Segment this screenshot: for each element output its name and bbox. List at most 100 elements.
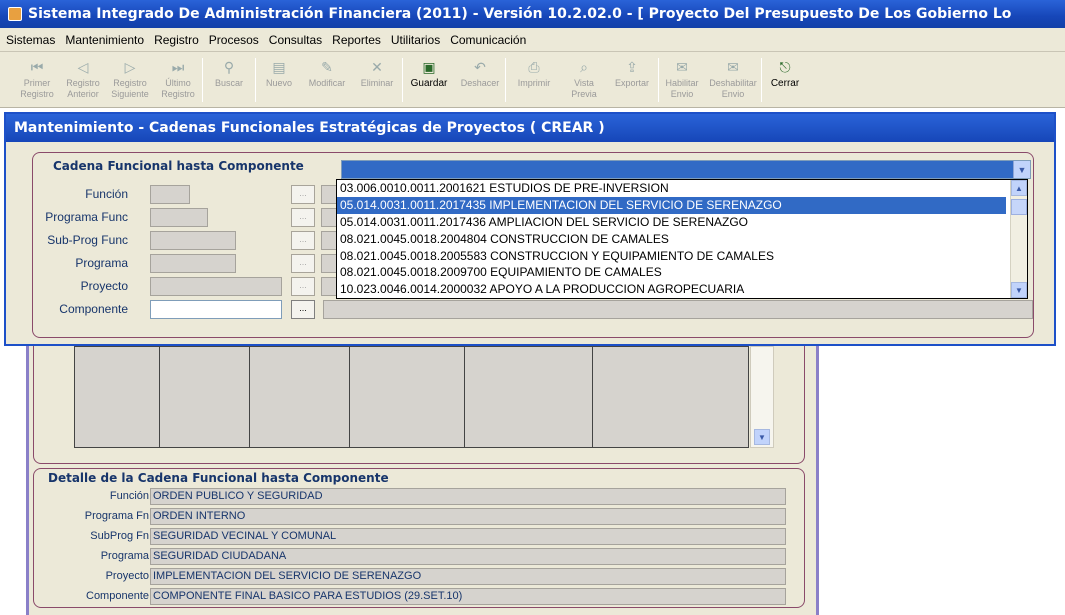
guardar-toolbar-button[interactable]: ▣ Guardar bbox=[403, 52, 455, 106]
eliminar-toolbar-button[interactable]: ✕ Eliminar bbox=[352, 52, 402, 106]
dropdown-option[interactable]: 08.021.0045.0018.2004804 CONSTRUCCION DE… bbox=[337, 231, 1006, 248]
dropdown-option[interactable]: 08.021.0045.0018.2009700 EQUIPAMIENTO DE… bbox=[337, 264, 1006, 281]
toolbar-button-label: Deshabilitar Envio bbox=[709, 78, 757, 99]
export-icon: ⇪ bbox=[626, 58, 638, 75]
label-proyecto: Proyecto bbox=[80, 279, 128, 293]
exportar-toolbar-button[interactable]: ⇪ Exportar bbox=[606, 52, 658, 106]
proyecto-lookup-button[interactable]: ... bbox=[291, 277, 315, 296]
previa-toolbar-button[interactable]: ⌕ Vista Previa bbox=[562, 52, 606, 106]
detail-row-funcion: Función ORDEN PUBLICO Y SEGURIDAD bbox=[34, 488, 804, 506]
modificar-toolbar-button[interactable]: ✎ Modificar bbox=[302, 52, 352, 106]
cadena-funcional-dropdown-list[interactable]: 03.006.0010.0011.2001621 ESTUDIOS DE PRE… bbox=[336, 179, 1028, 299]
envio-toolbar-button[interactable]: ✉ Deshabilitar Envio bbox=[705, 52, 761, 106]
toolbar-button-label: Nuevo bbox=[265, 78, 292, 88]
detail-row-subprog-fn: SubProg Fn SEGURIDAD VECINAL Y COMUNAL bbox=[34, 528, 804, 546]
dropdown-option-selected[interactable]: 05.014.0031.0011.2017435 IMPLEMENTACION … bbox=[337, 196, 1006, 214]
background-form-panel: ▼ Detalle de la Cadena Funcional hasta C… bbox=[26, 346, 819, 615]
scrollbar-thumb[interactable] bbox=[1011, 199, 1027, 215]
preview-icon: ⌕ bbox=[580, 58, 588, 75]
detail-value: SEGURIDAD VECINAL Y COMUNAL bbox=[150, 528, 786, 545]
componente-lookup-button[interactable]: ... bbox=[291, 300, 315, 319]
chevron-down-icon[interactable]: ▼ bbox=[754, 429, 770, 445]
detail-label: Proyecto bbox=[105, 570, 149, 582]
undo-icon: ↶ bbox=[474, 58, 486, 75]
app-icon bbox=[8, 7, 22, 21]
programa-lookup-button[interactable]: ... bbox=[291, 254, 315, 273]
menu-consultas[interactable]: Consultas bbox=[269, 33, 322, 47]
data-grid[interactable] bbox=[74, 346, 749, 448]
sub-prog-func-field bbox=[150, 231, 236, 250]
detail-value: ORDEN PUBLICO Y SEGURIDAD bbox=[150, 488, 786, 505]
detail-row-programa: Programa SEGURIDAD CIUDADANA bbox=[34, 548, 804, 566]
registro-toolbar-button[interactable]: ⏭ Último Registro bbox=[154, 52, 202, 106]
first-record-icon: ⏮ bbox=[30, 58, 44, 75]
next-record-icon: ▷ bbox=[124, 58, 136, 75]
menu-bar: Sistemas Mantenimiento Registro Procesos… bbox=[0, 28, 1065, 52]
siguiente-toolbar-button[interactable]: ▷ Registro Siguiente bbox=[106, 52, 154, 106]
cerrar-toolbar-button[interactable]: ⎋ Cerrar bbox=[762, 52, 808, 106]
menu-reportes[interactable]: Reportes bbox=[332, 33, 381, 47]
binoculars-icon: ⚲ bbox=[223, 58, 235, 75]
label-componente: Componente bbox=[59, 302, 128, 316]
dropdown-option[interactable]: 10.023.0046.0014.2000032 APOYO A LA PROD… bbox=[337, 281, 1006, 298]
dropdown-scrollbar[interactable]: ▲ ▼ bbox=[1010, 180, 1027, 298]
buscar-toolbar-button[interactable]: ⚲ Buscar bbox=[203, 52, 255, 106]
menu-procesos[interactable]: Procesos bbox=[209, 33, 259, 47]
funcion-field bbox=[150, 185, 190, 204]
detail-row-proyecto: Proyecto IMPLEMENTACION DEL SERVICIO DE … bbox=[34, 568, 804, 586]
dialog-title: Mantenimiento - Cadenas Funcionales Estr… bbox=[6, 114, 1054, 142]
toolbar-button-label: Deshacer bbox=[460, 78, 500, 88]
toolbar-button-label: Imprimir bbox=[517, 78, 551, 88]
toolbar: ⏮ Primer Registro ◁ Registro Anterior ▷ Registr… bbox=[0, 52, 1065, 108]
detail-frame: Detalle de la Cadena Funcional hasta Com… bbox=[33, 468, 805, 608]
toolbar-button-label: Modificar bbox=[308, 78, 346, 88]
detail-label: Componente bbox=[86, 590, 149, 602]
app-title-bar: Sistema Integrado De Administración Fina… bbox=[0, 0, 1065, 28]
cadena-funcional-combo[interactable]: ▼ bbox=[341, 160, 1031, 179]
programa-func-lookup-button[interactable]: ... bbox=[291, 208, 315, 227]
registro-toolbar-button[interactable]: ⏮ Primer Registro bbox=[14, 52, 60, 106]
componente-field[interactable] bbox=[150, 300, 282, 319]
anterior-toolbar-button[interactable]: ◁ Registro Anterior bbox=[60, 52, 106, 106]
enable-send-icon: ✉ bbox=[676, 58, 688, 75]
printer-icon: ⎙ bbox=[528, 58, 540, 75]
last-record-icon: ⏭ bbox=[171, 58, 185, 75]
previous-record-icon: ◁ bbox=[77, 58, 89, 75]
nuevo-toolbar-button[interactable]: ▤ Nuevo bbox=[256, 52, 302, 106]
dropdown-option[interactable]: 05.014.0031.0011.2017436 AMPLIACION DEL … bbox=[337, 214, 1006, 231]
imprimir-toolbar-button[interactable]: ⎙ Imprimir bbox=[506, 52, 562, 106]
chevron-down-icon[interactable]: ▼ bbox=[1011, 282, 1027, 298]
menu-registro[interactable]: Registro bbox=[154, 33, 199, 47]
toolbar-button-label: Guardar bbox=[410, 78, 448, 89]
detail-label: SubProg Fn bbox=[90, 530, 149, 542]
menu-mantenimiento[interactable]: Mantenimiento bbox=[65, 33, 144, 47]
detail-row-componente: Componente COMPONENTE FINAL BASICO PARA … bbox=[34, 588, 804, 606]
grid-column bbox=[593, 347, 723, 447]
chevron-down-icon[interactable]: ▼ bbox=[1013, 161, 1030, 178]
detail-label: Función bbox=[109, 490, 149, 502]
funcion-lookup-button[interactable]: ... bbox=[291, 185, 315, 204]
menu-sistemas[interactable]: Sistemas bbox=[6, 33, 55, 47]
detail-value: COMPONENTE FINAL BASICO PARA ESTUDIOS (2… bbox=[150, 588, 786, 605]
grid-scrollbar[interactable]: ▼ bbox=[750, 346, 774, 448]
dropdown-option[interactable]: 08.021.0045.0018.2005583 CONSTRUCCION Y … bbox=[337, 248, 1006, 265]
grid-column bbox=[75, 347, 160, 447]
toolbar-button-label: Registro Siguiente bbox=[111, 78, 149, 99]
menu-utilitarios[interactable]: Utilitarios bbox=[391, 33, 440, 47]
deshacer-toolbar-button[interactable]: ↶ Deshacer bbox=[455, 52, 505, 106]
sub-prog-func-lookup-button[interactable]: ... bbox=[291, 231, 315, 250]
close-door-icon: ⎋ bbox=[779, 58, 791, 75]
grid-column bbox=[350, 347, 465, 447]
detail-title: Detalle de la Cadena Funcional hasta Com… bbox=[48, 471, 389, 485]
envio-toolbar-button[interactable]: ✉ Habilitar Envio bbox=[659, 52, 705, 106]
toolbar-button-label: Primer Registro bbox=[20, 78, 54, 99]
label-sub-prog-func: Sub-Prog Func bbox=[47, 233, 128, 247]
chevron-up-icon[interactable]: ▲ bbox=[1011, 180, 1027, 196]
toolbar-button-label: Buscar bbox=[214, 78, 243, 88]
componente-desc-field bbox=[323, 300, 1033, 319]
save-icon: ▣ bbox=[422, 58, 436, 75]
programa-func-field bbox=[150, 208, 208, 227]
dropdown-option[interactable]: 03.006.0010.0011.2001621 ESTUDIOS DE PRE… bbox=[337, 180, 1006, 197]
disable-send-icon: ✉ bbox=[727, 58, 739, 75]
menu-comunicacion[interactable]: Comunicación bbox=[450, 33, 526, 47]
